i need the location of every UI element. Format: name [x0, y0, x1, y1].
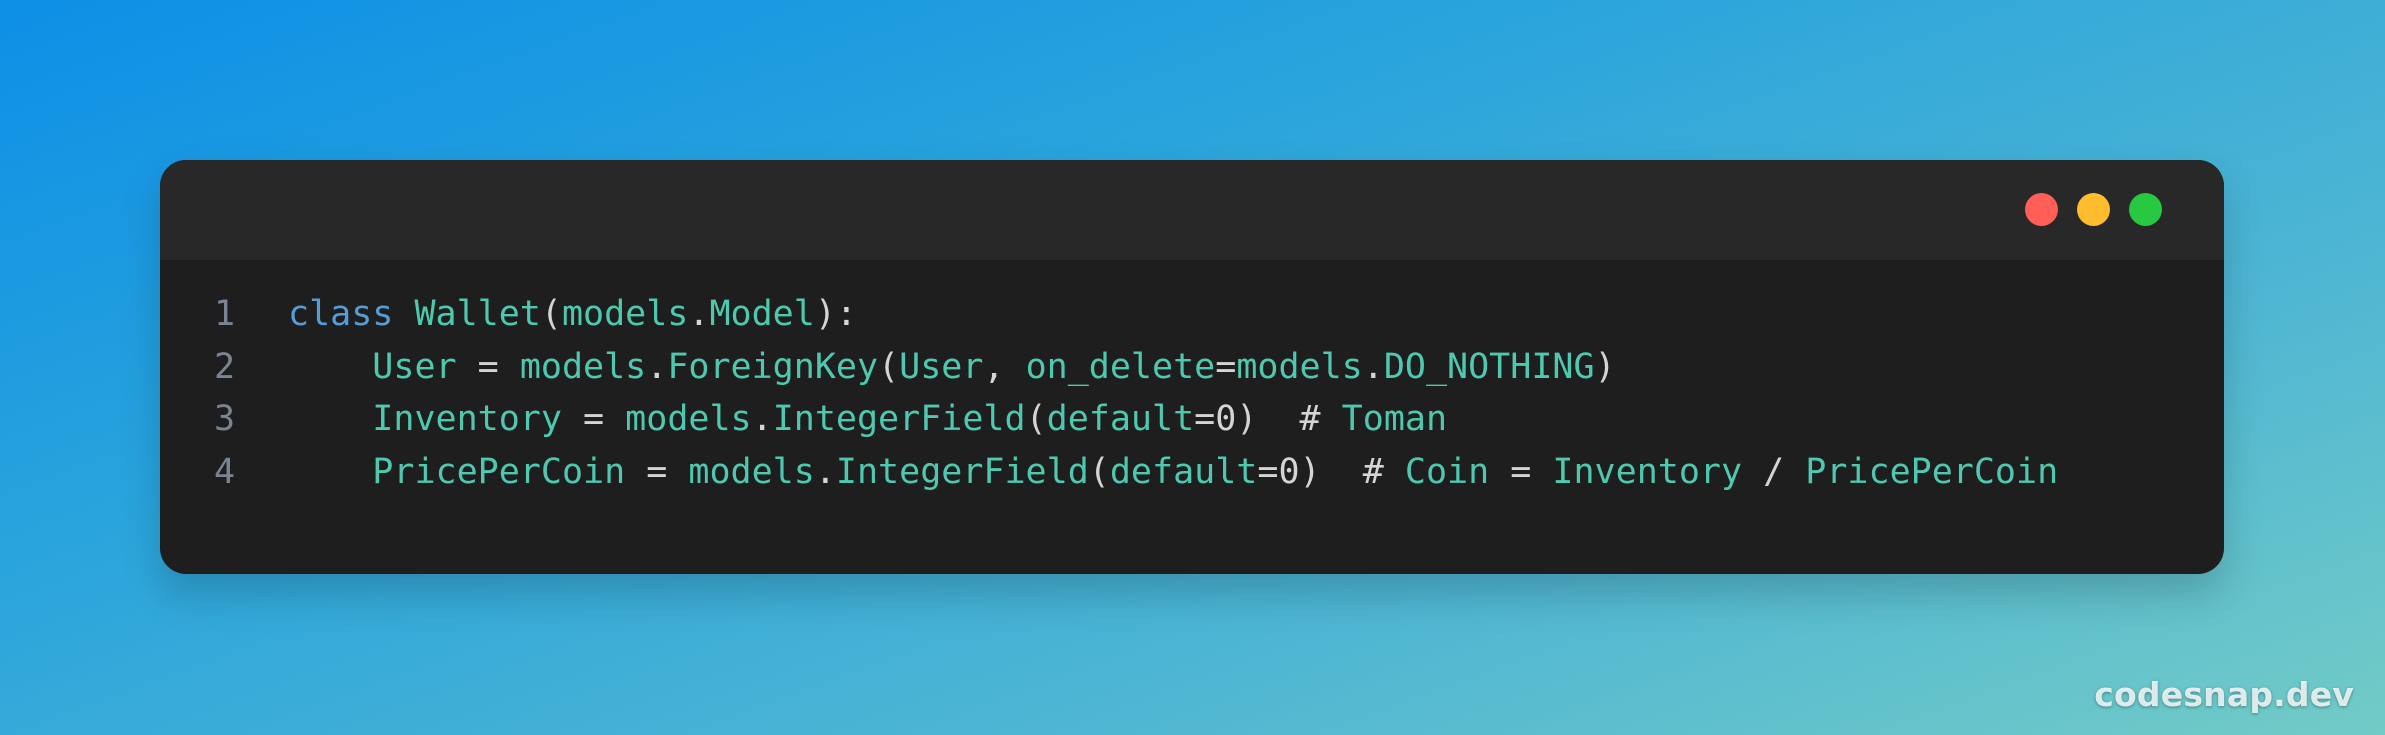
code-token: Toman — [1341, 399, 1448, 439]
code-token: . — [688, 294, 710, 334]
code-token: ( — [878, 346, 900, 387]
code-line: 4 PricePerCoin = models.IntegerField(def… — [160, 446, 2224, 499]
code-token: DO_NOTHING — [1383, 346, 1595, 387]
code-token: = — [456, 346, 520, 387]
code-token: Model — [709, 294, 815, 334]
code-token: = — [1489, 451, 1553, 492]
code-token: ( — [1088, 451, 1110, 492]
code-token: IntegerField — [835, 451, 1089, 492]
code-token: ): — [814, 294, 857, 334]
code-token: = — [1215, 346, 1237, 387]
code-token: class — [288, 294, 394, 334]
code-token: / — [1742, 451, 1806, 492]
code-token: models — [625, 399, 752, 439]
line-number: 1 — [214, 294, 236, 334]
zoom-dot-icon[interactable] — [2129, 193, 2162, 226]
code-token: Coin — [1404, 451, 1490, 492]
code-text: Inventory = models.IntegerField(default=… — [272, 393, 1447, 446]
code-token: default — [1046, 399, 1195, 439]
code-token: ( — [1025, 399, 1047, 439]
code-token: ( — [540, 294, 562, 334]
code-token: ) — [1594, 346, 1616, 387]
code-token: IntegerField — [772, 399, 1026, 439]
code-token: =0) # — [1194, 399, 1342, 439]
code-block: 1 class Wallet(models.Model): 2 User = mod… — [160, 260, 2224, 498]
code-token: models — [688, 451, 815, 492]
code-text: class Wallet(models.Model): — [272, 288, 857, 341]
code-token: User — [899, 346, 984, 387]
minimize-dot-icon[interactable] — [2077, 193, 2110, 226]
code-token: User — [372, 346, 457, 387]
watermark-text: codesnap.dev — [2094, 675, 2354, 714]
code-token: Inventory — [1552, 451, 1743, 492]
code-token: ForeignKey — [667, 346, 879, 387]
code-token: PricePerCoin — [372, 451, 626, 492]
line-number: 2 — [214, 346, 236, 387]
code-token: , — [983, 346, 1026, 387]
code-token: models — [519, 346, 647, 387]
code-line: 1 class Wallet(models.Model): — [160, 288, 2224, 341]
code-token: Inventory — [372, 399, 562, 439]
code-token: . — [1362, 346, 1384, 387]
code-text: PricePerCoin = models.IntegerField(defau… — [272, 446, 2058, 499]
code-line: 2 User = models.ForeignKey(User, on_dele… — [160, 341, 2224, 394]
code-token: . — [751, 399, 773, 439]
close-dot-icon[interactable] — [2025, 193, 2058, 226]
code-token: on_delete — [1025, 346, 1216, 387]
code-token: =0) # — [1257, 451, 1405, 492]
code-token: models — [561, 294, 689, 334]
code-token: = — [625, 451, 689, 492]
line-number: 4 — [214, 451, 236, 492]
code-token: PricePerCoin — [1805, 451, 2059, 492]
code-line: 3 Inventory = models.IntegerField(defaul… — [160, 393, 2224, 446]
code-token: models — [1236, 346, 1363, 387]
code-window: 1 class Wallet(models.Model): 2 User = mod… — [160, 160, 2224, 574]
window-titlebar — [160, 160, 2224, 260]
code-token: Wallet — [414, 294, 541, 334]
code-token: . — [814, 451, 836, 492]
code-text: User = models.ForeignKey(User, on_delete… — [272, 341, 1616, 394]
code-token: = — [561, 399, 626, 439]
code-token: default — [1109, 451, 1258, 492]
line-number: 3 — [214, 399, 236, 439]
window-controls — [2025, 193, 2162, 226]
code-token: . — [646, 346, 668, 387]
